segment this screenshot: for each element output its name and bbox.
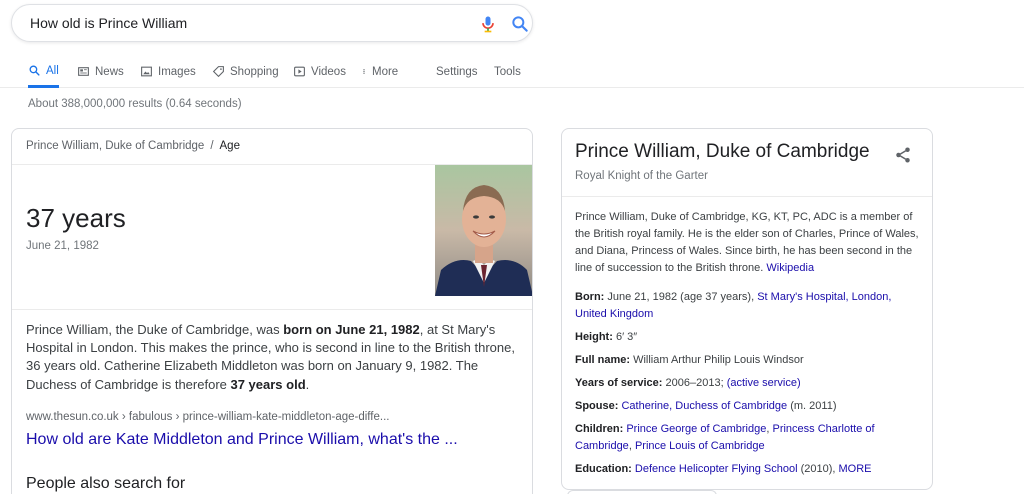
child-link[interactable]: Prince Louis of Cambridge: [635, 440, 765, 452]
tab-videos[interactable]: Videos: [293, 56, 346, 87]
active-service-link[interactable]: (active service): [727, 377, 801, 389]
fact-education: Education: Defence Helicopter Flying Sch…: [575, 461, 925, 478]
kp-description-text: Prince William, Duke of Cambridge, KG, K…: [575, 211, 919, 274]
fact-height: Height: 6′ 3″: [575, 329, 925, 346]
microphone-icon[interactable]: [478, 14, 498, 34]
kp-subtitle: Royal Knight of the Garter: [575, 170, 708, 182]
more-link[interactable]: MORE: [839, 463, 872, 475]
kp-description: Prince William, Duke of Cambridge, KG, K…: [575, 209, 920, 277]
fact-value: 2006–2013;: [662, 377, 727, 389]
play-icon: [294, 66, 305, 77]
education-link[interactable]: Defence Helicopter Flying School: [635, 463, 798, 475]
fact-label: Spouse:: [575, 400, 619, 412]
result-url: www.thesun.co.uk › fabulous › prince-wil…: [26, 411, 390, 423]
birth-date: June 21, 1982: [26, 240, 99, 252]
divider: [562, 196, 932, 197]
fact-value: June 21, 1982 (age 37 years),: [604, 291, 758, 303]
breadcrumb-attribute: Age: [219, 140, 240, 152]
snippet-highlight: 37 years old: [230, 376, 306, 392]
search-icon[interactable]: [510, 14, 530, 34]
tag-icon: [212, 66, 224, 78]
fact-label: Height:: [575, 331, 613, 343]
fact-value: William Arthur Philip Louis Windsor: [630, 354, 804, 366]
search-icon: [29, 65, 40, 76]
portrait-image[interactable]: [435, 165, 532, 296]
result-title-link[interactable]: How old are Kate Middleton and Prince Wi…: [26, 431, 458, 449]
tab-news[interactable]: News: [77, 56, 124, 87]
featured-snippet: Prince William, the Duke of Cambridge, w…: [26, 321, 521, 394]
age-answer-card: Prince William, Duke of Cambridge / Age 37…: [11, 128, 533, 494]
tab-settings[interactable]: Settings: [436, 56, 478, 87]
people-also-search-heading: People also search for: [26, 475, 186, 492]
breadcrumb-separator: /: [210, 140, 214, 152]
snippet-highlight: born on June 21, 1982: [283, 322, 420, 337]
breadcrumb-entity[interactable]: Prince William, Duke of Cambridge: [26, 140, 204, 152]
image-icon: [141, 66, 152, 77]
snippet-text: Prince William, the Duke of Cambridge, w…: [26, 322, 284, 337]
tab-all[interactable]: All: [28, 56, 59, 88]
fact-label: Years of service:: [575, 377, 663, 389]
fact-label: Born:: [575, 291, 605, 303]
fact-born: Born: June 21, 1982 (age 37 years), St M…: [575, 289, 925, 323]
search-box[interactable]: How old is Prince William: [11, 4, 533, 42]
fact-value: (2010),: [797, 463, 839, 475]
kp-facts: Born: June 21, 1982 (age 37 years), St M…: [575, 289, 925, 484]
fact-value: 6′ 3″: [612, 331, 638, 343]
search-input[interactable]: How old is Prince William: [30, 15, 187, 31]
snippet-text: .: [305, 376, 310, 392]
fact-years-of-service: Years of service: 2006–2013; (active ser…: [575, 375, 925, 392]
fact-label: Education:: [575, 463, 632, 475]
tab-more[interactable]: More: [361, 56, 398, 87]
spouse-link[interactable]: Catherine, Duchess of Cambridge: [621, 400, 787, 412]
more-vert-icon: [363, 69, 365, 74]
fact-spouse: Spouse: Catherine, Duchess of Cambridge …: [575, 398, 925, 415]
fact-full-name: Full name: William Arthur Philip Louis W…: [575, 352, 925, 369]
result-stats: About 388,000,000 results (0.64 seconds): [28, 98, 242, 110]
news-icon: [78, 67, 89, 76]
fact-children: Children: Prince George of Cambridge, Pr…: [575, 421, 925, 455]
tab-shopping[interactable]: Shopping: [212, 56, 279, 87]
fact-value: (m. 2011): [787, 400, 837, 412]
tab-images[interactable]: Images: [140, 56, 196, 87]
search-tabs: All News Images Shopping Videos More Set…: [0, 56, 1024, 88]
wikipedia-link[interactable]: Wikipedia: [766, 262, 814, 274]
fact-label: Children:: [575, 423, 624, 435]
fact-label: Full name:: [575, 354, 631, 366]
share-icon[interactable]: [894, 146, 912, 164]
breadcrumb: Prince William, Duke of Cambridge / Age: [26, 140, 240, 152]
knowledge-panel: Prince William, Duke of Cambridge Royal …: [561, 128, 933, 490]
child-link[interactable]: Prince George of Cambridge: [626, 423, 766, 435]
age-answer: 37 years: [26, 203, 126, 233]
kp-title: Prince William, Duke of Cambridge: [575, 141, 870, 162]
divider: [12, 309, 532, 310]
next-card-edge: [567, 490, 717, 494]
tab-tools[interactable]: Tools: [494, 56, 521, 87]
